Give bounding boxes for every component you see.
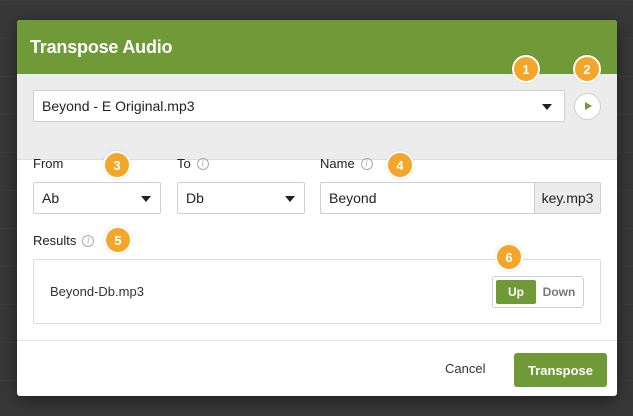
down-button[interactable]: Down xyxy=(538,280,580,304)
info-icon[interactable]: i xyxy=(82,234,95,247)
to-label: To i xyxy=(177,156,209,171)
chevron-down-icon xyxy=(141,196,151,202)
info-icon[interactable]: i xyxy=(196,157,209,170)
results-label-text: Results xyxy=(33,233,77,248)
direction-toggle: Up Down xyxy=(492,276,584,308)
chevron-down-icon xyxy=(285,196,295,202)
audio-file-select[interactable]: Beyond - E Original.mp3 xyxy=(33,90,565,122)
from-key-select[interactable]: Ab xyxy=(33,182,161,214)
callout-badge-3: 3 xyxy=(103,151,131,179)
callout-badge-5: 5 xyxy=(104,226,132,254)
cancel-button[interactable]: Cancel xyxy=(445,361,485,376)
transpose-button[interactable]: Transpose xyxy=(514,353,607,387)
result-filename: Beyond-Db.mp3 xyxy=(50,284,144,299)
dialog-title: Transpose Audio xyxy=(30,36,173,57)
from-key-value: Ab xyxy=(42,190,60,206)
name-suffix: key.mp3 xyxy=(534,182,601,214)
name-input[interactable]: Beyond xyxy=(320,182,534,214)
name-label: Name i xyxy=(320,156,373,171)
to-key-select[interactable]: Db xyxy=(177,182,305,214)
name-suffix-text: key.mp3 xyxy=(541,190,594,206)
name-input-value: Beyond xyxy=(329,190,377,206)
name-label-text: Name xyxy=(320,156,355,171)
callout-badge-6: 6 xyxy=(495,243,523,271)
up-button[interactable]: Up xyxy=(496,280,536,304)
callout-badge-4: 4 xyxy=(386,151,414,179)
from-label: From xyxy=(33,156,63,171)
audio-file-value: Beyond - E Original.mp3 xyxy=(42,98,195,114)
play-button[interactable] xyxy=(574,93,601,120)
to-key-value: Db xyxy=(186,190,204,206)
from-label-text: From xyxy=(33,156,64,171)
callout-badge-1: 1 xyxy=(512,55,540,83)
chevron-down-icon xyxy=(542,104,552,110)
callout-badge-2: 2 xyxy=(573,55,601,83)
results-label: Results i xyxy=(33,233,95,248)
info-icon[interactable]: i xyxy=(360,157,373,170)
to-label-text: To xyxy=(177,156,191,171)
dialog-footer: Cancel Transpose xyxy=(17,340,617,396)
file-selection-bar: Beyond - E Original.mp3 xyxy=(17,74,617,160)
play-icon xyxy=(585,102,592,110)
